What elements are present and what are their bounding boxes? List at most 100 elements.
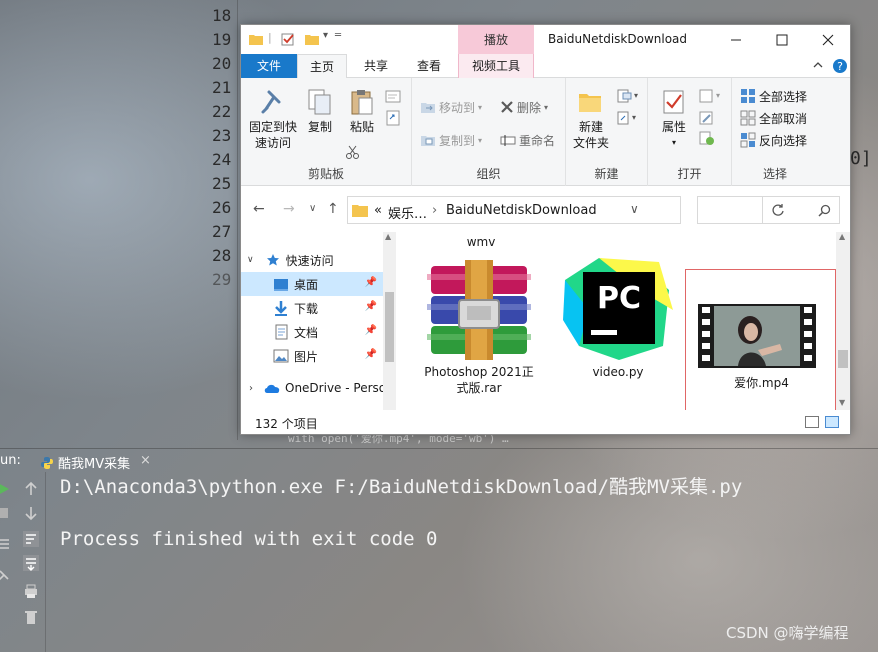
svg-text:▾: ▾ <box>634 91 638 100</box>
context-tab-play[interactable]: 播放 <box>458 25 534 54</box>
print-icon[interactable] <box>22 582 40 600</box>
button-label: 粘贴 <box>349 120 374 134</box>
file-list: wmv Photoshop 2021正 式版.rar PC video.py 爱… <box>396 232 850 410</box>
new-folder-icon <box>579 94 601 112</box>
pin-icon[interactable] <box>0 568 12 586</box>
up-arrow-icon[interactable]: ↑ <box>327 201 339 217</box>
copy-to-button[interactable]: 复制到 ▾ <box>420 130 482 150</box>
breadcrumb-separator[interactable]: › <box>432 203 437 218</box>
breadcrumb-item[interactable]: 娱乐… <box>388 203 427 222</box>
pin-icon[interactable]: 📌 <box>365 301 377 312</box>
file-explorer-window: | ▾ ═ 播放 BaiduNetdiskDownload 文件 主页 共享 查… <box>240 24 851 435</box>
run-tab[interactable]: 酷我MV采集 <box>40 453 130 472</box>
nav-item-pictures[interactable]: 图片 📌 <box>241 344 383 368</box>
breadcrumb-overflow[interactable]: « <box>374 203 382 218</box>
chevron-down-icon[interactable]: ▼ <box>839 398 845 407</box>
tab-video-tools[interactable]: 视频工具 <box>458 54 534 78</box>
select-none-button[interactable]: 全部取消 <box>740 108 807 128</box>
layout-icon[interactable] <box>0 534 12 552</box>
maximize-icon[interactable] <box>771 29 793 51</box>
paste-shortcut-icon[interactable] <box>385 110 403 126</box>
chevron-up-icon[interactable]: ▲ <box>839 232 845 241</box>
nav-item-documents[interactable]: 文档 📌 <box>241 320 383 344</box>
chevron-up-icon[interactable]: ▲ <box>385 232 391 241</box>
back-arrow-icon[interactable]: ← <box>253 201 265 217</box>
properties-check-icon[interactable] <box>281 33 295 46</box>
tab-view[interactable]: 查看 <box>404 54 454 78</box>
file-item-mp4[interactable]: 爱你.mp4 <box>685 269 836 410</box>
delete-button[interactable]: 删除 ▾ <box>500 97 548 117</box>
folder-icon <box>352 205 368 217</box>
new-folder-icon[interactable] <box>305 33 319 45</box>
invert-selection-button[interactable]: 反向选择 <box>740 130 807 150</box>
copy-path-icon[interactable] <box>385 90 403 104</box>
tab-file[interactable]: 文件 <box>241 54 297 78</box>
recent-locations-chevron-icon[interactable]: ∨ <box>309 203 316 214</box>
chevron-down-icon[interactable]: ▾ <box>323 30 328 41</box>
stop-icon[interactable] <box>0 504 12 522</box>
close-icon[interactable]: × <box>140 453 151 468</box>
close-icon[interactable] <box>817 29 839 51</box>
history-icon[interactable] <box>698 130 716 146</box>
tab-home[interactable]: 主页 <box>297 54 347 79</box>
properties-button[interactable]: 属性 ▾ <box>654 88 694 151</box>
help-icon[interactable]: ? <box>832 58 848 74</box>
nav-item-quick-access[interactable]: ∨ 快速访问 <box>241 248 383 272</box>
file-list-scrollbar[interactable]: ▲ ▼ <box>836 232 850 410</box>
pin-icon[interactable]: 📌 <box>365 349 377 360</box>
minimize-icon[interactable] <box>725 29 747 51</box>
file-item-py[interactable]: PC video.py <box>558 250 678 380</box>
chevron-right-icon[interactable]: › <box>249 383 253 394</box>
large-icons-view-icon[interactable] <box>825 416 839 428</box>
scroll-to-end-icon[interactable] <box>22 554 40 572</box>
file-item-rar[interactable]: Photoshop 2021正 式版.rar <box>404 260 554 396</box>
copy-button[interactable]: 复制 <box>303 88 337 135</box>
address-bar[interactable]: « 娱乐… › BaiduNetdiskDownload ∨ <box>347 196 784 224</box>
download-arrow-icon <box>275 301 287 316</box>
pin-to-quick-access-button[interactable]: 固定到快 速访问 <box>247 88 299 151</box>
trash-icon[interactable] <box>22 608 40 626</box>
nav-item-onedrive[interactable]: › OneDrive - Perso <box>241 376 383 400</box>
new-item-icon[interactable]: ▾ <box>616 88 638 104</box>
nav-item-desktop[interactable]: 桌面 📌 <box>241 272 383 296</box>
pin-icon[interactable]: 📌 <box>365 325 377 336</box>
button-label: 属性 <box>661 120 686 134</box>
chevron-down-icon: ▾ <box>671 138 676 147</box>
scrollbar-thumb[interactable] <box>838 350 848 368</box>
video-thumbnail-icon <box>698 304 816 368</box>
run-label: un: <box>0 453 21 468</box>
edit-icon[interactable] <box>698 110 716 126</box>
select-all-button[interactable]: 全部选择 <box>740 86 807 106</box>
file-name: 爱你.mp4 <box>734 376 789 390</box>
soft-wrap-icon[interactable] <box>22 530 40 548</box>
arrow-up-icon[interactable] <box>22 480 40 498</box>
nav-item-downloads[interactable]: 下载 📌 <box>241 296 383 320</box>
scrollbar-thumb[interactable] <box>385 292 394 362</box>
play-icon[interactable] <box>0 480 12 498</box>
open-icon[interactable]: ▾ <box>698 88 722 104</box>
cut-icon[interactable] <box>345 144 361 160</box>
customize-toolbar-icon[interactable]: ═ <box>335 30 341 41</box>
file-label-partial[interactable]: wmv <box>456 234 506 250</box>
search-input[interactable] <box>697 196 840 224</box>
paste-button[interactable]: 粘贴 <box>343 88 381 135</box>
rename-button[interactable]: 重命名 <box>500 130 555 150</box>
arrow-down-icon[interactable] <box>22 504 40 522</box>
chevron-up-icon[interactable] <box>811 58 825 72</box>
breadcrumb-item-current[interactable]: BaiduNetdiskDownload <box>446 203 597 218</box>
copy-to-icon <box>421 136 435 146</box>
chevron-down-icon[interactable]: ∨ <box>630 202 639 216</box>
group-select: 全部选择 全部取消 反向选择 选择 <box>732 78 818 186</box>
tab-share[interactable]: 共享 <box>351 54 401 78</box>
move-to-button[interactable]: 移动到 ▾ <box>420 97 482 117</box>
details-view-icon[interactable] <box>805 416 819 428</box>
new-folder-button[interactable]: 新建 文件夹 <box>570 88 612 151</box>
nav-scrollbar[interactable]: ▲ <box>383 232 396 410</box>
forward-arrow-icon[interactable]: → <box>283 201 295 217</box>
title-bar: | ▾ ═ 播放 BaiduNetdiskDownload <box>241 25 850 54</box>
pin-icon[interactable]: 📌 <box>365 277 377 288</box>
easy-access-icon[interactable]: ▾ <box>616 110 638 126</box>
line-number: 28 <box>212 246 232 265</box>
line-number: 19 <box>212 30 232 49</box>
chevron-down-icon[interactable]: ∨ <box>247 255 254 265</box>
